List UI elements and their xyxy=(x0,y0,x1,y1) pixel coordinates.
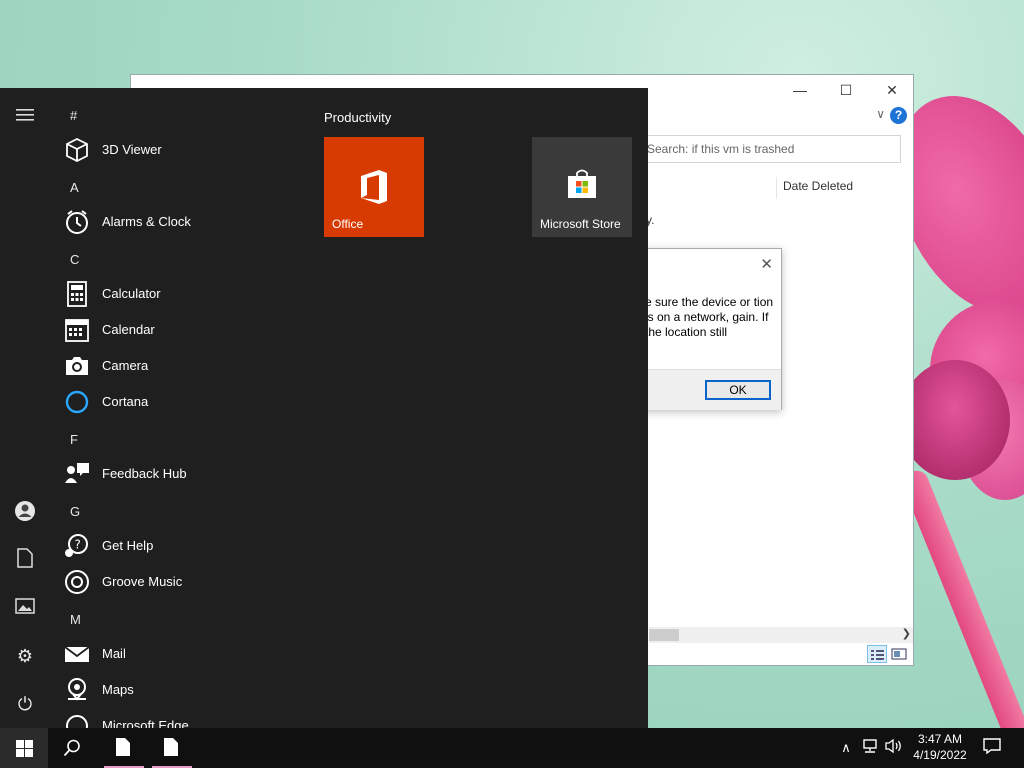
app-maps[interactable]: Maps xyxy=(62,672,292,706)
document-icon xyxy=(116,738,130,756)
camera-icon xyxy=(66,357,88,375)
hamburger-menu-icon[interactable] xyxy=(13,104,37,128)
flower-stem xyxy=(899,467,1024,728)
app-mail[interactable]: Mail xyxy=(62,636,292,670)
app-label: Microsoft Edge xyxy=(102,718,189,728)
help-bubble-icon: ? xyxy=(65,534,88,557)
start-menu: ⚙ ⏻ # 3D Viewer A Alarms & Clock C Calcu… xyxy=(0,88,648,728)
letter-header[interactable]: F xyxy=(70,432,78,447)
store-bag-icon xyxy=(568,169,596,198)
calendar-icon xyxy=(65,319,89,342)
app-label: 3D Viewer xyxy=(102,142,162,157)
letter-header[interactable]: A xyxy=(70,180,79,195)
chevron-up-icon[interactable]: ∧ xyxy=(836,738,856,758)
microsoft-store-tile[interactable]: Microsoft Store xyxy=(532,137,632,237)
windows-logo-icon xyxy=(16,740,33,757)
app-camera[interactable]: Camera xyxy=(62,348,292,382)
error-dialog: ✕ e sure the device or tion is on a netw… xyxy=(640,248,782,410)
letter-header[interactable]: # xyxy=(70,108,77,123)
user-avatar-icon[interactable] xyxy=(13,500,37,524)
app-label: Feedback Hub xyxy=(102,466,187,481)
volume-icon[interactable] xyxy=(884,738,904,758)
close-button[interactable]: ✕ xyxy=(869,79,915,101)
app-calendar[interactable]: Calendar xyxy=(62,312,292,346)
app-cortana[interactable]: Cortana xyxy=(62,384,292,418)
start-rail: ⚙ ⏻ xyxy=(0,88,50,728)
app-microsoft-edge[interactable]: Microsoft Edge xyxy=(62,708,292,728)
feedback-icon xyxy=(65,463,89,483)
app-feedback-hub[interactable]: Feedback Hub xyxy=(62,456,292,490)
tile-label: Office xyxy=(332,217,364,231)
column-header-date-deleted[interactable]: Date Deleted xyxy=(776,177,853,199)
app-calculator[interactable]: Calculator xyxy=(62,276,292,310)
app-label: Calculator xyxy=(102,286,161,301)
app-label: Calendar xyxy=(102,322,155,337)
details-view-icon xyxy=(871,650,884,660)
app-3d-viewer[interactable]: 3D Viewer xyxy=(62,132,292,166)
app-alarms-clock[interactable]: Alarms & Clock xyxy=(62,204,292,238)
documents-icon[interactable] xyxy=(13,548,37,572)
dialog-message: e sure the device or tion is on a networ… xyxy=(645,295,774,339)
help-icon[interactable]: ? xyxy=(890,107,907,124)
app-get-help[interactable]: ? Get Help xyxy=(62,528,292,562)
cube-icon xyxy=(66,137,88,163)
power-icon[interactable]: ⏻ xyxy=(13,692,37,716)
app-label: Groove Music xyxy=(102,574,183,589)
clock-time: 3:47 AM xyxy=(917,732,963,746)
letter-header[interactable]: G xyxy=(70,504,80,519)
chevron-down-icon[interactable]: ∨ xyxy=(876,107,885,121)
dialog-footer: OK xyxy=(641,369,781,410)
scrollbar-thumb[interactable] xyxy=(649,629,679,641)
taskbar: ∧ 3:47 AM 4/19/2022 xyxy=(0,728,1024,768)
tile-group-title[interactable]: Productivity xyxy=(324,110,391,125)
letter-header[interactable]: M xyxy=(70,612,81,627)
app-label: Mail xyxy=(102,646,126,661)
settings-gear-icon[interactable]: ⚙ xyxy=(13,644,37,668)
scroll-right-icon[interactable]: ❯ xyxy=(902,627,911,640)
app-label: Alarms & Clock xyxy=(102,214,191,229)
notifications-icon[interactable] xyxy=(982,738,1002,758)
svg-text:?: ? xyxy=(75,538,81,552)
taskbar-app-document[interactable] xyxy=(148,728,196,768)
flower-petal xyxy=(900,360,1010,480)
details-view-button[interactable] xyxy=(867,645,887,663)
ok-button[interactable]: OK xyxy=(705,380,771,400)
app-groove-music[interactable]: Groove Music xyxy=(62,564,292,598)
document-icon xyxy=(164,738,178,756)
taskbar-app-document[interactable] xyxy=(100,728,148,768)
dialog-close-icon[interactable]: ✕ xyxy=(760,255,773,273)
letter-header[interactable]: C xyxy=(70,252,79,267)
app-label: Maps xyxy=(102,682,134,697)
edge-icon xyxy=(66,715,88,728)
horizontal-scrollbar[interactable]: ❯ xyxy=(649,627,913,643)
app-label: Cortana xyxy=(102,394,149,409)
app-list: # 3D Viewer A Alarms & Clock C Calculato… xyxy=(56,88,296,728)
mail-icon xyxy=(64,646,90,662)
start-button[interactable] xyxy=(0,728,48,768)
office-logo-icon xyxy=(361,170,387,204)
alarm-clock-icon xyxy=(66,210,88,234)
office-tile[interactable]: Office xyxy=(324,137,424,237)
large-icons-view-icon xyxy=(891,648,907,660)
search-input[interactable]: Search: if this vm is trashed xyxy=(636,135,901,163)
minimize-button[interactable]: — xyxy=(777,79,823,101)
search-button[interactable] xyxy=(48,728,96,768)
taskbar-clock[interactable]: 3:47 AM 4/19/2022 xyxy=(905,731,975,763)
app-label: Camera xyxy=(102,358,149,373)
clock-date: 4/19/2022 xyxy=(913,748,967,762)
pictures-icon[interactable] xyxy=(13,596,37,620)
calculator-icon xyxy=(67,281,87,307)
music-icon xyxy=(65,570,89,594)
cortana-icon xyxy=(65,390,89,414)
map-pin-icon xyxy=(68,678,86,701)
tile-label: Microsoft Store xyxy=(540,217,621,231)
network-icon[interactable] xyxy=(860,738,880,758)
app-label: Get Help xyxy=(102,538,154,553)
maximize-button[interactable]: ☐ xyxy=(823,79,869,101)
large-icons-view-button[interactable] xyxy=(889,645,909,663)
search-icon xyxy=(63,739,80,757)
